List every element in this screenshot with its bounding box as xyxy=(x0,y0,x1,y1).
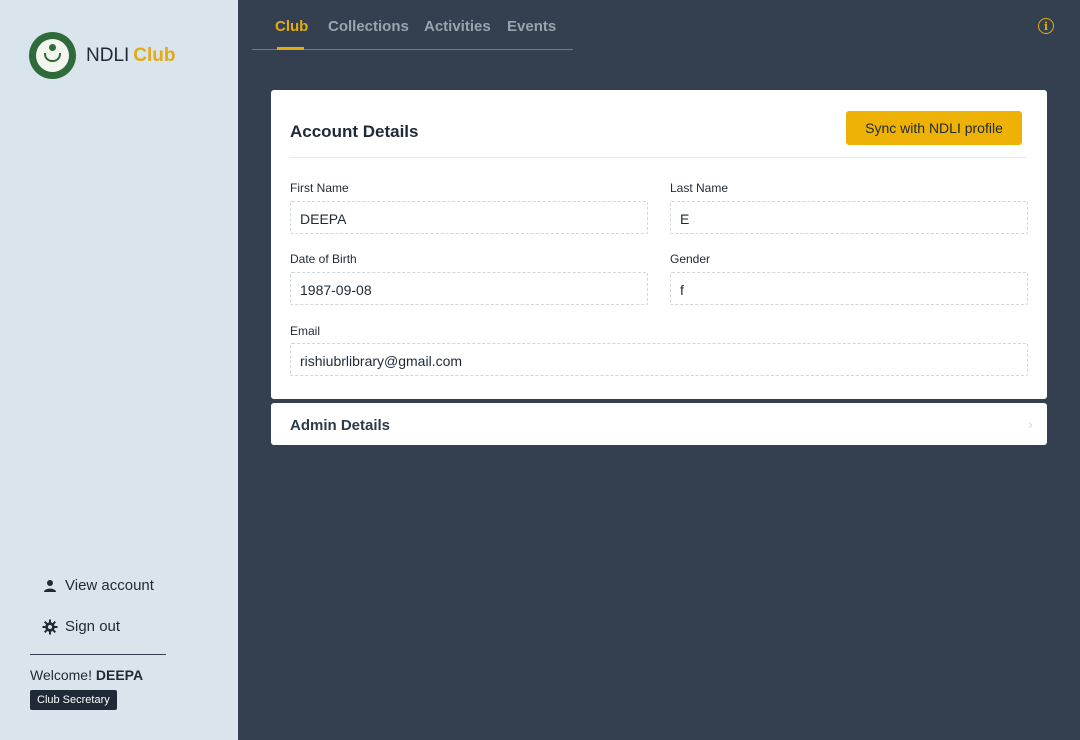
tab-activities[interactable]: Activities xyxy=(424,18,491,35)
last-name-field[interactable]: E xyxy=(670,201,1028,234)
gender-label: Gender xyxy=(670,252,711,266)
tab-events[interactable]: Events xyxy=(507,18,556,35)
tab-club[interactable]: Club xyxy=(275,18,308,35)
tab-collections[interactable]: Collections xyxy=(328,18,409,35)
dob-label: Date of Birth xyxy=(290,252,357,266)
welcome-prefix: Welcome! xyxy=(30,667,92,683)
role-badge: Club Secretary xyxy=(30,690,117,710)
first-name-label: First Name xyxy=(290,181,349,195)
card-divider xyxy=(290,157,1027,158)
brand-name: NDLI Club xyxy=(86,45,176,67)
account-details-title: Account Details xyxy=(290,122,419,141)
sidebar-divider xyxy=(30,654,166,655)
brand-logo-link[interactable]: NDLI Club xyxy=(29,32,176,79)
admin-details-title: Admin Details xyxy=(290,417,391,434)
email-label: Email xyxy=(290,324,321,338)
view-account-link[interactable]: View account xyxy=(42,577,154,594)
gender-field[interactable]: f xyxy=(670,272,1028,305)
user-icon xyxy=(42,578,58,594)
brand-name-club: Club xyxy=(133,44,176,66)
sign-out-link[interactable]: Sign out xyxy=(42,618,120,635)
welcome-username: DEEPA xyxy=(95,667,144,683)
first-name-field[interactable]: DEEPA xyxy=(290,201,648,234)
ndli-logo-icon xyxy=(29,32,76,79)
info-icon[interactable]: i xyxy=(1038,18,1054,34)
account-details-card: Account Details Sync with NDLI profile F… xyxy=(271,90,1047,399)
email-field[interactable]: rishiubrlibrary@gmail.com xyxy=(290,343,1028,376)
gear-icon xyxy=(42,619,58,635)
sidebar: NDLI Club View account Sign out Welcome!… xyxy=(0,0,238,740)
admin-details-accordion[interactable]: Admin Details › xyxy=(271,403,1047,445)
sync-ndli-profile-button[interactable]: Sync with NDLI profile xyxy=(846,111,1022,145)
active-tab-indicator xyxy=(277,47,304,50)
last-name-label: Last Name xyxy=(670,181,729,195)
welcome-message: Welcome! DEEPA xyxy=(30,667,143,683)
sign-out-label: Sign out xyxy=(65,618,121,635)
top-tabs: Club Collections Activities Events xyxy=(252,0,573,50)
view-account-label: View account xyxy=(65,577,154,594)
brand-name-ndli: NDLI xyxy=(86,44,130,66)
chevron-right-icon: › xyxy=(1028,416,1033,432)
dob-field[interactable]: 1987-09-08 xyxy=(290,272,648,305)
